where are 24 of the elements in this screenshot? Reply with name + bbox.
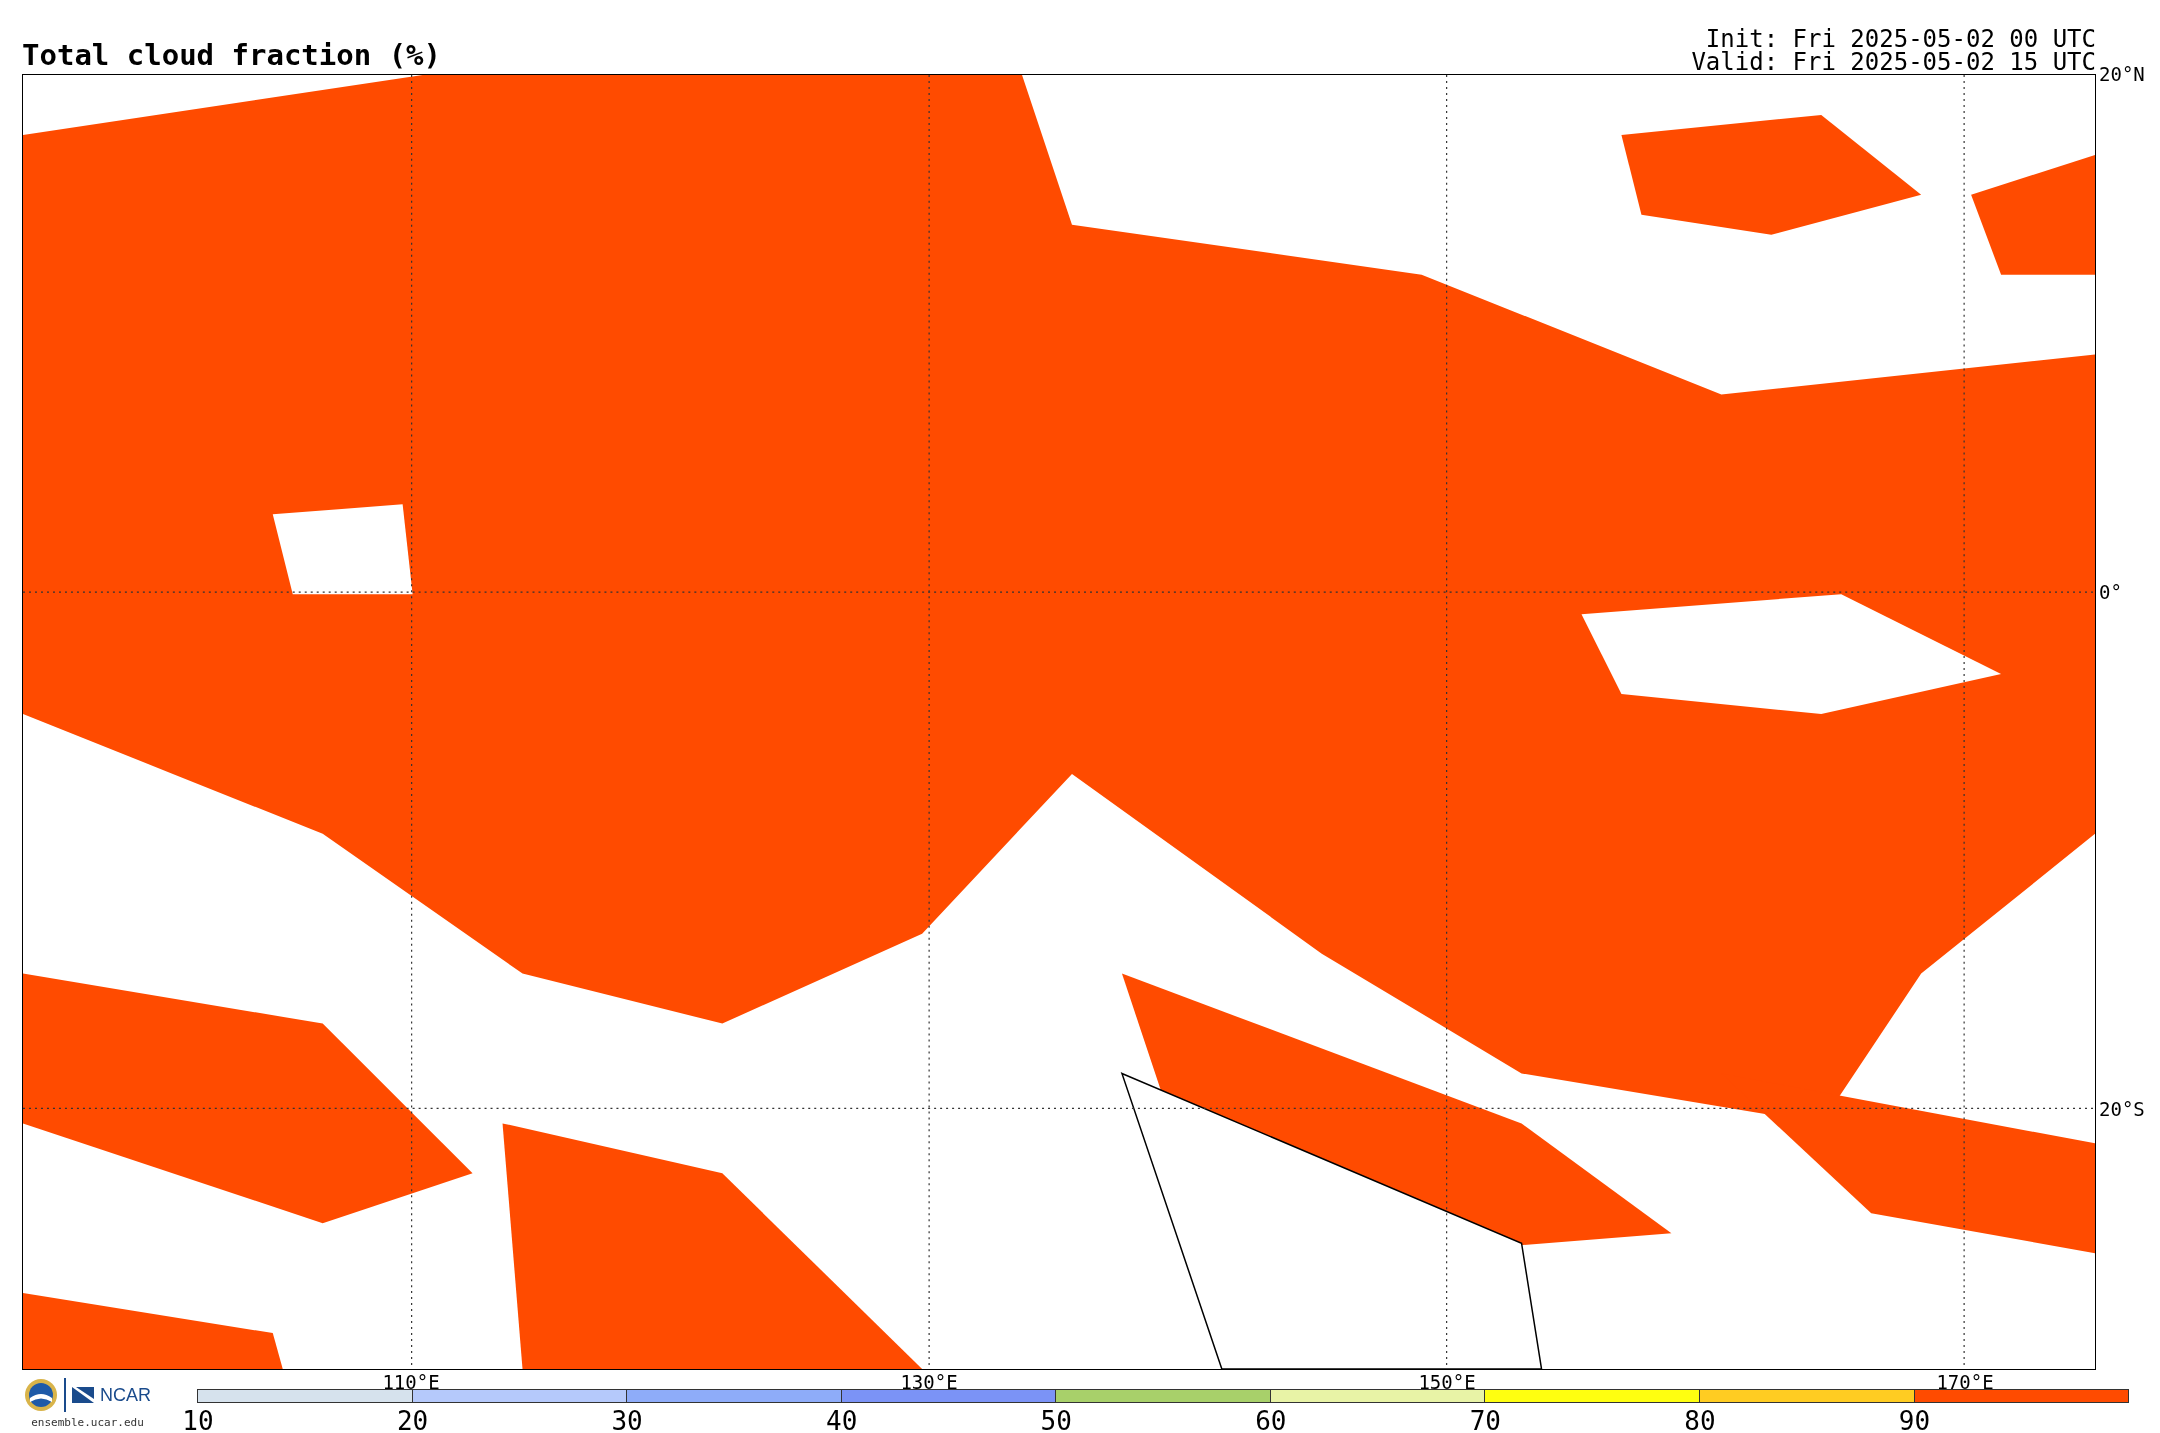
nsf-logo-icon (24, 1378, 58, 1412)
colorbar-tick-label: 50 (1040, 1408, 1072, 1433)
colorbar-tick-label: 80 (1684, 1408, 1716, 1433)
longitude-label: 170°E (1936, 1373, 1994, 1392)
valid-time: Valid: Fri 2025-05-02 15 UTC (1691, 51, 2096, 74)
divider-icon (64, 1378, 66, 1412)
colorbar-tick-label: 10 (182, 1408, 214, 1433)
colorbar-tick-label: 40 (826, 1408, 858, 1433)
latitude-label: 0° (2099, 582, 2122, 602)
colorbar-tick-label: 60 (1255, 1408, 1287, 1433)
colorbar-tick-label: 30 (611, 1408, 643, 1433)
latitude-label: 20°N (2099, 64, 2145, 84)
chart-title: Total cloud fraction (%) (22, 41, 442, 70)
ncar-logo-icon (72, 1387, 94, 1403)
ncar-logo-text: NCAR (100, 1384, 151, 1406)
longitude-label: 150°E (1418, 1373, 1476, 1392)
colorbar-tick-label: 70 (1469, 1408, 1502, 1433)
latitude-label: 20°S (2099, 1099, 2145, 1119)
init-time: Init: Fri 2025-05-02 00 UTC (1705, 28, 2096, 51)
colorbar-tick-label: 20 (396, 1408, 429, 1433)
longitude-label: 110°E (382, 1373, 440, 1392)
colorbar-tick-label: 90 (1898, 1408, 1931, 1433)
longitude-label: 130°E (900, 1373, 958, 1392)
website-url: ensemble.ucar.edu (31, 1416, 144, 1429)
